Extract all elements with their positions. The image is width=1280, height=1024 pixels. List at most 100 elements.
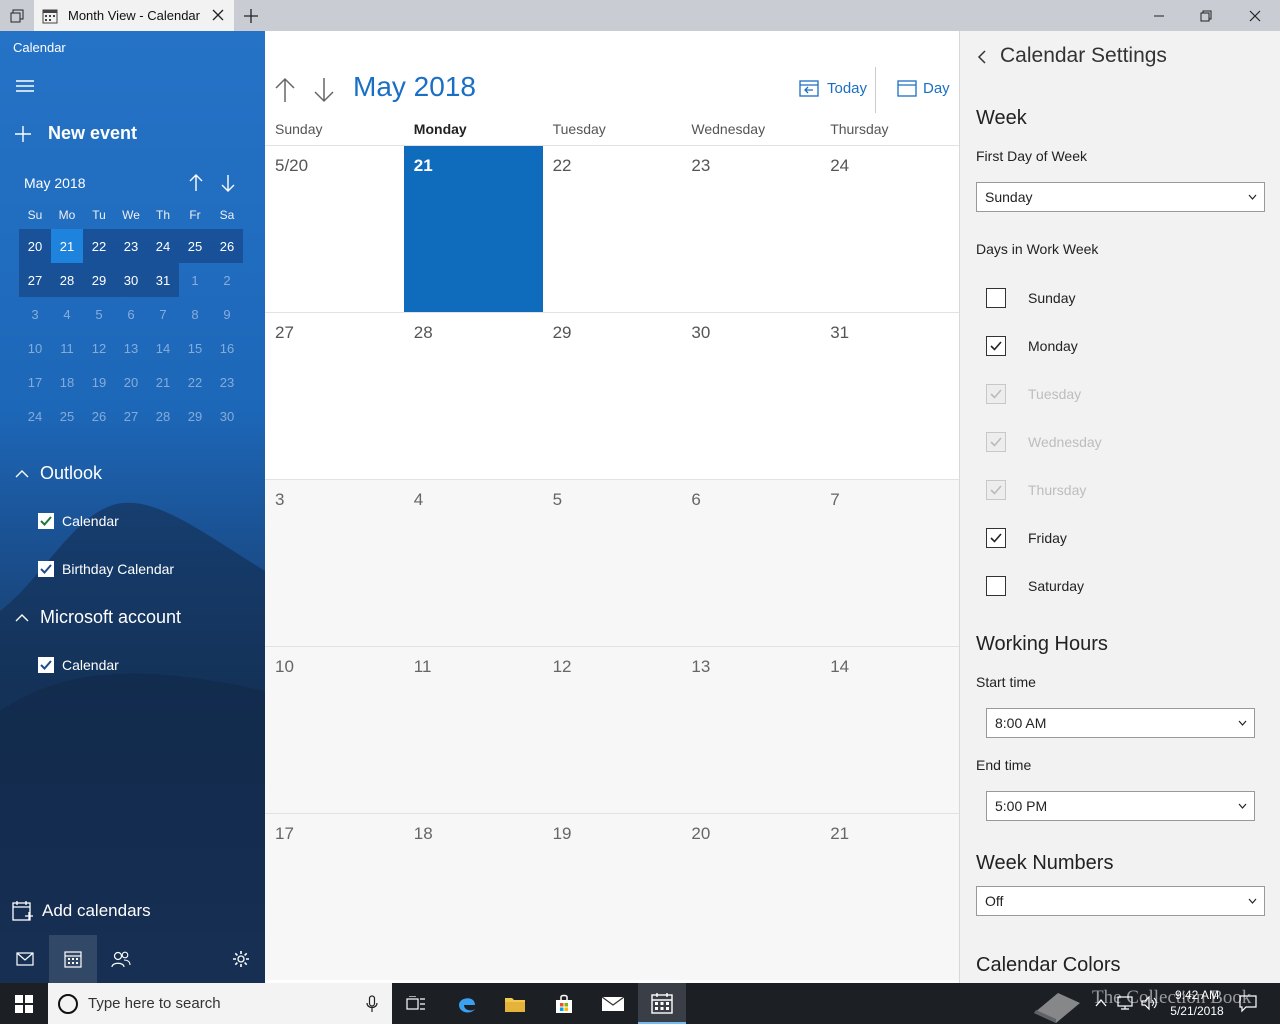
mini-day[interactable]: 8 <box>179 297 211 331</box>
file-explorer-taskbar-button[interactable] <box>491 983 539 1024</box>
mini-day[interactable]: 23 <box>211 365 243 399</box>
day-cell[interactable]: 31 <box>820 313 959 479</box>
system-clock[interactable]: 9:42 AM 5/21/2018 <box>1162 987 1232 1019</box>
taskbar-search-box[interactable]: Type here to search <box>48 983 392 1024</box>
people-button[interactable] <box>97 935 145 983</box>
mini-day[interactable]: 7 <box>147 297 179 331</box>
day-cell[interactable]: 27 <box>265 313 404 479</box>
previous-month-arrow-icon[interactable] <box>274 77 296 103</box>
mini-day[interactable]: 25 <box>51 399 83 433</box>
add-calendars-button[interactable]: Add calendars <box>12 900 151 922</box>
mini-day[interactable]: 31 <box>147 263 179 297</box>
mini-day[interactable]: 2 <box>211 263 243 297</box>
start-time-dropdown[interactable]: 8:00 AM <box>986 708 1255 738</box>
day-cell[interactable]: 12 <box>542 647 682 813</box>
day-cell[interactable]: 21 <box>820 814 959 980</box>
mini-day[interactable]: 25 <box>179 229 211 263</box>
action-center-icon[interactable] <box>1238 993 1258 1013</box>
day-cell[interactable]: 20 <box>681 814 821 980</box>
workday-sunday[interactable]: Sunday <box>986 288 1075 308</box>
mini-day[interactable]: 19 <box>83 365 115 399</box>
next-month-arrow-icon[interactable] <box>313 77 335 103</box>
mini-day[interactable]: 10 <box>19 331 51 365</box>
mini-day-today[interactable]: 21 <box>51 229 83 263</box>
day-cell[interactable]: 5/20 <box>265 146 404 312</box>
start-button[interactable] <box>0 983 48 1024</box>
mini-day[interactable]: 20 <box>19 229 51 263</box>
mini-day[interactable]: 16 <box>211 331 243 365</box>
day-cell-selected[interactable]: 21 <box>403 146 543 312</box>
mini-day[interactable]: 6 <box>115 297 147 331</box>
day-cell[interactable]: 10 <box>265 647 404 813</box>
mini-day[interactable]: 13 <box>115 331 147 365</box>
mini-day[interactable]: 14 <box>147 331 179 365</box>
day-cell[interactable]: 22 <box>543 146 682 312</box>
workday-saturday[interactable]: Saturday <box>986 576 1084 596</box>
sets-overview-icon[interactable] <box>0 0 34 31</box>
mail-button[interactable] <box>1 935 49 983</box>
mini-previous-month-icon[interactable] <box>186 173 206 193</box>
day-cell[interactable]: 30 <box>681 313 820 479</box>
chevron-up-icon[interactable] <box>1094 996 1108 1010</box>
mini-day[interactable]: 1 <box>179 263 211 297</box>
mini-day[interactable]: 21 <box>147 365 179 399</box>
group-outlook-toggle[interactable]: Outlook <box>14 463 102 484</box>
workday-friday[interactable]: Friday <box>986 528 1067 548</box>
minimize-button[interactable] <box>1136 0 1182 31</box>
group-microsoft-account-toggle[interactable]: Microsoft account <box>14 607 181 628</box>
volume-icon[interactable] <box>1140 995 1158 1011</box>
mini-day[interactable]: 18 <box>51 365 83 399</box>
mini-day[interactable]: 22 <box>179 365 211 399</box>
mini-day[interactable]: 26 <box>83 399 115 433</box>
store-taskbar-button[interactable] <box>540 983 588 1024</box>
day-cell[interactable]: 23 <box>681 146 820 312</box>
edge-taskbar-button[interactable] <box>443 983 491 1024</box>
mini-day[interactable]: 28 <box>147 399 179 433</box>
mini-day[interactable]: 3 <box>19 297 51 331</box>
day-cell[interactable]: 11 <box>403 647 543 813</box>
back-arrow-icon[interactable] <box>976 49 988 65</box>
network-icon[interactable] <box>1116 995 1134 1011</box>
mini-day[interactable]: 15 <box>179 331 211 365</box>
new-event-button[interactable]: New event <box>14 123 137 144</box>
mini-day[interactable]: 27 <box>115 399 147 433</box>
mini-day[interactable]: 11 <box>51 331 83 365</box>
day-cell[interactable]: 24 <box>820 146 959 312</box>
mini-day[interactable]: 12 <box>83 331 115 365</box>
checkbox-unchecked-icon[interactable] <box>986 288 1006 308</box>
first-day-dropdown[interactable]: Sunday <box>976 182 1265 212</box>
day-view-button[interactable]: Day <box>897 79 950 97</box>
mini-day[interactable]: 29 <box>179 399 211 433</box>
calendar-item-microsoft-calendar[interactable]: Calendar <box>38 657 119 673</box>
day-cell[interactable]: 6 <box>681 480 821 646</box>
task-view-button[interactable] <box>392 983 440 1024</box>
day-cell[interactable]: 5 <box>542 480 682 646</box>
checkbox-checked-icon[interactable] <box>986 528 1006 548</box>
new-tab-icon[interactable] <box>240 5 262 27</box>
calendar-taskbar-button[interactable] <box>638 983 686 1024</box>
mini-day[interactable]: 17 <box>19 365 51 399</box>
checkbox-unchecked-icon[interactable] <box>986 576 1006 596</box>
checkbox-checked-icon[interactable] <box>38 561 54 577</box>
mini-day[interactable]: 27 <box>19 263 51 297</box>
day-cell[interactable]: 28 <box>404 313 543 479</box>
mini-day[interactable]: 28 <box>51 263 83 297</box>
checkbox-checked-icon[interactable] <box>986 336 1006 356</box>
mini-day[interactable]: 4 <box>51 297 83 331</box>
day-cell[interactable]: 14 <box>820 647 959 813</box>
week-numbers-dropdown[interactable]: Off <box>976 886 1265 916</box>
window-tab[interactable]: Month View - Calendar <box>34 0 234 31</box>
mini-day[interactable]: 9 <box>211 297 243 331</box>
mini-day[interactable]: 29 <box>83 263 115 297</box>
mini-day[interactable]: 24 <box>147 229 179 263</box>
day-cell[interactable]: 4 <box>403 480 543 646</box>
mini-day[interactable]: 5 <box>83 297 115 331</box>
hamburger-menu-icon[interactable] <box>14 78 36 94</box>
day-cell[interactable]: 29 <box>543 313 682 479</box>
mail-taskbar-button[interactable] <box>589 983 637 1024</box>
close-tab-icon[interactable] <box>210 7 226 23</box>
mini-day[interactable]: 30 <box>115 263 147 297</box>
calendar-item-outlook-calendar[interactable]: Calendar <box>38 513 119 529</box>
mini-day[interactable]: 26 <box>211 229 243 263</box>
microphone-icon[interactable] <box>366 995 378 1013</box>
